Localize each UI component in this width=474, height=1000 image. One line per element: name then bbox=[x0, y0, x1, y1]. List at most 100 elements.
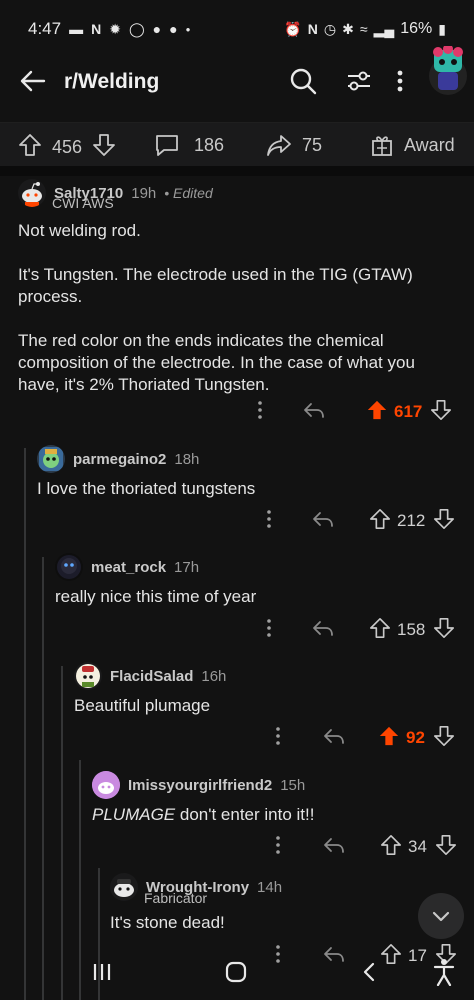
gear-notification-icon: ✹ bbox=[109, 20, 121, 37]
alarm-icon: ⏰ bbox=[284, 20, 302, 37]
upvote-icon bbox=[379, 726, 399, 745]
system-nav-bar bbox=[0, 944, 474, 1000]
downvote-button[interactable] bbox=[435, 834, 457, 861]
comment-username[interactable]: meat_rock bbox=[91, 559, 166, 576]
downvote-icon bbox=[431, 399, 452, 420]
post-upvote-button[interactable] bbox=[18, 133, 42, 162]
recent-apps-button[interactable] bbox=[90, 960, 114, 989]
avatar[interactable] bbox=[74, 662, 102, 690]
comment-salty1710: Salty1710 19h • Edited CWI AWS Not weldi… bbox=[18, 178, 458, 396]
downvote-icon bbox=[435, 834, 456, 855]
comment-parmegaino2: parmegaino2 18h I love the thoriated tun… bbox=[37, 444, 457, 500]
avatar[interactable] bbox=[18, 179, 46, 207]
home-icon bbox=[225, 961, 247, 983]
upvote-icon bbox=[19, 134, 41, 156]
scroll-next-comment-button[interactable] bbox=[418, 893, 464, 939]
avatar[interactable] bbox=[110, 873, 138, 901]
dot-icon: ● bbox=[185, 24, 191, 34]
comment-timestamp: 18h bbox=[174, 450, 200, 468]
avatar[interactable] bbox=[92, 771, 120, 799]
award-icon bbox=[372, 136, 392, 156]
avatar[interactable] bbox=[37, 445, 65, 473]
recent-apps-icon bbox=[93, 964, 111, 980]
comment-imissyourgirlfriend2: Imissyourgirlfriend2 15h PLUMAGE don't e… bbox=[92, 770, 462, 826]
comment-more-button[interactable] bbox=[250, 398, 270, 427]
avatar[interactable] bbox=[55, 553, 83, 581]
thread-line-level1 bbox=[24, 448, 26, 1000]
downvote-button[interactable] bbox=[433, 725, 455, 752]
post-vote-count: 456 bbox=[52, 137, 83, 157]
avatar-icon bbox=[429, 44, 467, 95]
comment-body: Beautiful plumage bbox=[74, 696, 211, 715]
chat-bubble-icon: ● bbox=[152, 21, 162, 37]
comment-score: 92 bbox=[406, 728, 425, 747]
user-avatar[interactable] bbox=[426, 44, 470, 96]
comment-actions: 92 bbox=[268, 724, 455, 752]
comment-icon bbox=[156, 135, 178, 156]
comment-body: PLUMAGE don't enter into it!! bbox=[92, 804, 462, 826]
filter-button[interactable] bbox=[344, 66, 374, 96]
comment-more-button[interactable] bbox=[268, 833, 288, 862]
comment-actions: 212 bbox=[259, 507, 455, 535]
more-icon bbox=[276, 835, 280, 854]
comment-username[interactable]: parmegaino2 bbox=[73, 451, 166, 468]
comment-meat-rock: meat_rock 17h really nice this time of y… bbox=[55, 552, 455, 608]
snoo-avatar-icon bbox=[92, 771, 120, 799]
chat-bubble-icon-2: ● bbox=[169, 21, 178, 37]
downvote-icon bbox=[93, 134, 115, 156]
user-flair: Fabricator bbox=[144, 890, 208, 906]
share-count: 75 bbox=[302, 134, 323, 155]
chevron-down-icon bbox=[432, 911, 450, 922]
downvote-button[interactable] bbox=[433, 508, 455, 535]
reply-button[interactable] bbox=[322, 724, 346, 753]
share-button[interactable]: 75 bbox=[266, 133, 322, 157]
app-header: r/Welding bbox=[0, 44, 474, 106]
snoo-avatar-icon bbox=[39, 447, 63, 471]
comment-body: really nice this time of year bbox=[55, 587, 257, 606]
more-icon bbox=[267, 509, 271, 528]
system-back-button[interactable] bbox=[358, 960, 382, 989]
downvote-button[interactable] bbox=[433, 617, 455, 644]
downvote-icon bbox=[434, 617, 455, 638]
comment-username[interactable]: FlacidSalad bbox=[110, 668, 193, 685]
comment-score: 34 bbox=[408, 837, 427, 856]
comment-score: 158 bbox=[397, 620, 426, 639]
comment-body: It's stone dead! bbox=[110, 913, 225, 932]
post-downvote-button[interactable] bbox=[92, 133, 116, 162]
reply-icon bbox=[324, 837, 344, 853]
upvote-button[interactable] bbox=[369, 508, 391, 535]
reply-button[interactable] bbox=[322, 833, 346, 862]
reply-button[interactable] bbox=[311, 507, 335, 536]
reply-icon bbox=[324, 728, 344, 744]
award-button[interactable]: Award bbox=[370, 133, 455, 157]
comment-timestamp: 17h bbox=[174, 558, 200, 576]
comment-actions: 617 bbox=[250, 398, 452, 426]
snoo-avatar-icon bbox=[22, 182, 42, 207]
comment-timestamp: 19h bbox=[131, 184, 157, 202]
upvote-button[interactable] bbox=[380, 834, 402, 861]
upvote-button[interactable] bbox=[378, 725, 400, 752]
comment-more-button[interactable] bbox=[259, 616, 279, 645]
comment-more-button[interactable] bbox=[268, 724, 288, 753]
reply-button[interactable] bbox=[302, 398, 326, 427]
more-options-button[interactable] bbox=[390, 66, 410, 96]
accessibility-button[interactable] bbox=[432, 958, 456, 991]
upvote-button[interactable] bbox=[366, 399, 388, 426]
search-button[interactable] bbox=[288, 66, 318, 96]
comments-button[interactable]: 186 bbox=[154, 133, 224, 157]
snoo-avatar-icon bbox=[76, 664, 100, 688]
upvote-button[interactable] bbox=[369, 617, 391, 644]
message-notification-icon: ▬ bbox=[69, 21, 84, 37]
reply-button[interactable] bbox=[311, 616, 335, 645]
back-button[interactable] bbox=[18, 66, 48, 96]
downvote-button[interactable] bbox=[430, 399, 452, 426]
comment-more-button[interactable] bbox=[259, 507, 279, 536]
reply-icon bbox=[304, 402, 324, 418]
bluetooth-icon: ✱ bbox=[342, 20, 354, 37]
comment-username[interactable]: Imissyourgirlfriend2 bbox=[128, 777, 272, 794]
downvote-icon bbox=[433, 725, 454, 746]
home-button[interactable] bbox=[224, 960, 248, 989]
section-divider bbox=[0, 166, 474, 176]
edited-indicator: • Edited bbox=[164, 185, 213, 201]
more-icon bbox=[276, 726, 280, 745]
